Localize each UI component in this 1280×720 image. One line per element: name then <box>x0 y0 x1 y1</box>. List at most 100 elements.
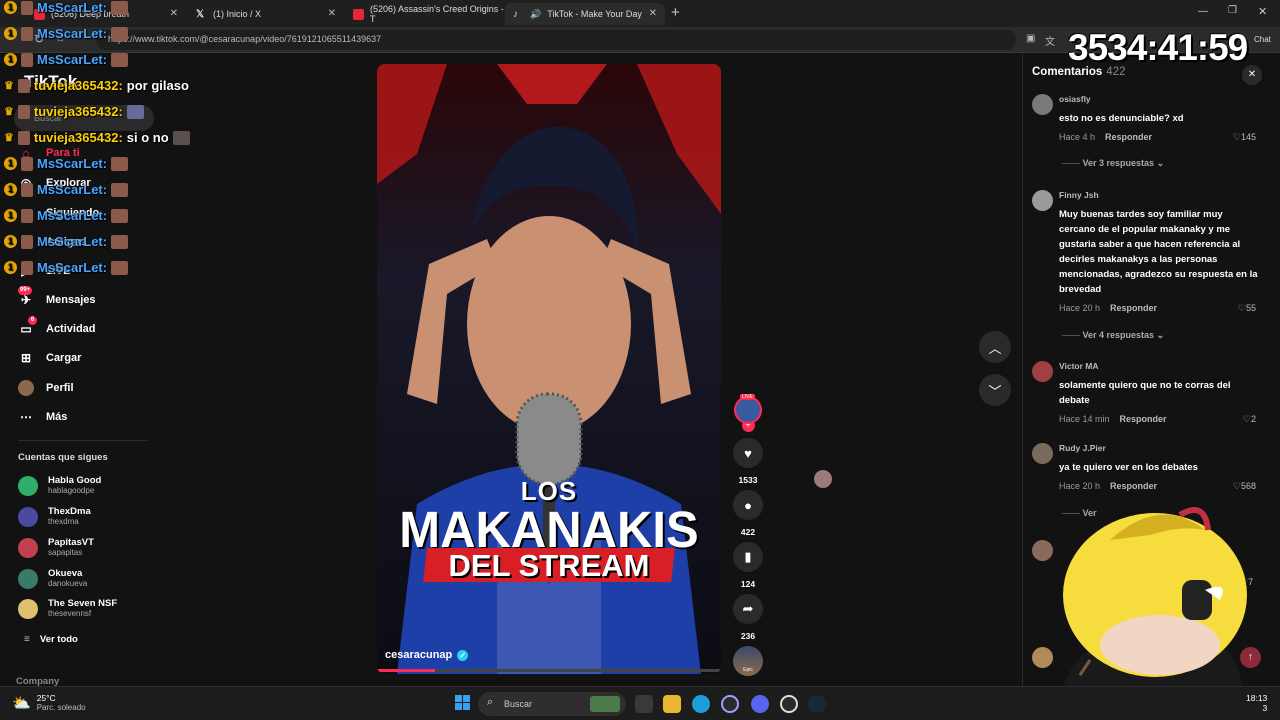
taskbar-search[interactable]: ⌕ Buscar <box>478 692 626 716</box>
comment-like-button[interactable]: ♡568 <box>1233 481 1256 492</box>
avatar[interactable] <box>1032 94 1053 115</box>
chat-message: 1 MsScarLet: <box>4 52 129 67</box>
nav-cargar[interactable]: ⊞ Cargar <box>18 350 82 366</box>
comment-item: osiasfly esto no es denunciable? xd Hace… <box>1032 94 1262 174</box>
minimize-icon[interactable]: — <box>1198 6 1208 17</box>
list-icon: ≡ <box>24 634 30 645</box>
sub-badge-icon: 1 <box>4 235 17 248</box>
reply-button[interactable]: Responder <box>1110 303 1157 313</box>
new-tab-button[interactable]: + <box>671 4 680 21</box>
steam-icon[interactable] <box>808 695 826 713</box>
avatar <box>21 156 33 171</box>
emote-icon <box>111 156 129 171</box>
avatar <box>21 260 33 275</box>
nav-mensajes[interactable]: ✈ 99+ Mensajes <box>18 286 96 308</box>
like-button[interactable]: ♥ 1533 <box>733 438 763 485</box>
nav-mas[interactable]: ⋯ Más <box>18 409 67 425</box>
reply-button[interactable]: Responder <box>1110 481 1157 491</box>
avatar <box>17 78 30 93</box>
comment-like-button[interactable]: ♡55 <box>1238 303 1256 314</box>
avatar <box>21 208 33 223</box>
close-tab-icon[interactable]: ✕ <box>649 8 657 19</box>
profile-icon <box>18 380 34 396</box>
chat-message: 1 MsScarLet: <box>4 156 129 171</box>
close-icon: ✕ <box>1247 69 1257 80</box>
video-caption-line3: DEL STREAM <box>448 548 650 583</box>
reply-button[interactable]: Responder <box>1105 132 1152 142</box>
url-field[interactable]: https://www.tiktok.com/@cesaracunap/vide… <box>96 30 1016 50</box>
tab-youtube-assassins-creed[interactable]: (5206) Assassin's Creed Origins - T <box>345 3 505 25</box>
windows-start-icon[interactable] <box>455 695 470 710</box>
split-screen-icon[interactable]: ▣ <box>1026 33 1035 44</box>
nav-perfil[interactable]: Perfil <box>18 380 74 396</box>
chat-message: 1 MsScarLet: <box>4 0 129 15</box>
audio-icon[interactable]: 🔊 <box>530 9 541 20</box>
emote-icon <box>111 0 129 15</box>
account-the-seven-nsf[interactable]: The Seven NSF thesevennsf <box>18 598 117 619</box>
comment-like-button[interactable]: ♡2 <box>1243 414 1256 425</box>
restore-icon[interactable]: ❐ <box>1228 5 1237 16</box>
progress-track[interactable] <box>377 669 721 672</box>
bookmark-icon: ▮ <box>733 542 763 572</box>
close-window-icon[interactable]: ✕ <box>1258 5 1267 18</box>
account-okueva[interactable]: Okueva danokueva <box>18 568 87 589</box>
activity-icon: ▭ 6 <box>18 316 37 337</box>
previous-video-button[interactable]: ︿ <box>979 331 1011 363</box>
account-papitasvt[interactable]: PapitasVT sapapitas <box>18 537 94 558</box>
creator-avatar-button[interactable]: LIVE + <box>733 394 763 432</box>
chat-message: 1 MsScarLet: <box>4 260 129 275</box>
next-video-button[interactable]: ﹀ <box>979 374 1011 406</box>
account-habla-good[interactable]: Habla Good hablagoodpe <box>18 475 101 496</box>
tab-x-inicio[interactable]: 𝕏 (1) Inicio / X ✕ <box>188 3 344 25</box>
activity-badge: 6 <box>28 316 37 325</box>
tab-tiktok[interactable]: ♪ 🔊 TikTok - Make Your Day ✕ <box>505 3 665 25</box>
weather-widget[interactable]: ⛅ 25°C Parc. soleado <box>12 693 86 712</box>
close-tab-icon[interactable]: ✕ <box>328 8 336 19</box>
live-badge: LIVE <box>740 394 755 400</box>
chevron-down-icon: ⌄ <box>1156 330 1165 340</box>
share-button[interactable]: ➦ 236 <box>733 594 763 641</box>
comment-like-button[interactable]: ♡145 <box>1233 132 1256 143</box>
heart-outline-icon: ♡ <box>1242 414 1251 424</box>
edge-icon[interactable] <box>692 695 710 713</box>
file-explorer-icon[interactable] <box>663 695 681 713</box>
avatar[interactable] <box>1032 190 1053 211</box>
chat-message: 1 MsScarLet: <box>4 234 129 249</box>
discord-icon[interactable] <box>751 695 769 713</box>
chat-message: 1 MsScarLet: <box>4 26 129 41</box>
avatar <box>18 475 38 496</box>
account-thexdma[interactable]: ThexDma thexdma <box>18 506 91 527</box>
clock[interactable]: 18:13 3 <box>1246 693 1267 713</box>
view-replies-button[interactable]: —— Ver 4 respuestas ⌄ <box>1062 330 1164 341</box>
avatar <box>17 104 30 119</box>
view-replies-button[interactable]: —— Ver 3 respuestas ⌄ <box>1062 158 1164 169</box>
avatar <box>18 506 38 527</box>
task-view-icon[interactable] <box>635 695 653 713</box>
stream-timer: 3534:41:59 <box>1068 27 1248 68</box>
close-tab-icon[interactable]: ✕ <box>170 8 178 19</box>
obs-icon[interactable] <box>780 695 798 713</box>
emote-icon <box>111 260 129 275</box>
music-disc-button[interactable]: Epic <box>733 646 763 676</box>
chat-message: 1 MsScarLet: <box>4 182 129 197</box>
comment-button[interactable]: ● 422 <box>733 490 763 537</box>
avatar[interactable] <box>1032 443 1053 464</box>
video-player[interactable]: LOS MAKANAKIS DEL STREAM cesaracunap ✓ <box>377 64 721 674</box>
comment-item: Finny Jsh Muy buenas tardes soy familiar… <box>1032 190 1262 350</box>
heart-outline-icon: ♡ <box>1237 303 1246 313</box>
video-author-link[interactable]: cesaracunap ✓ <box>385 649 469 661</box>
avatar[interactable] <box>1032 361 1053 382</box>
save-button[interactable]: ▮ 124 <box>733 542 763 589</box>
chat-button[interactable]: Chat <box>1254 35 1271 44</box>
browser-icon[interactable] <box>721 695 739 713</box>
verified-icon: ✓ <box>457 649 469 661</box>
share-icon: ➦ <box>733 594 763 624</box>
translate-icon[interactable]: 文 <box>1045 33 1055 48</box>
comment-item: Victor MA solamente quiero que no te cor… <box>1032 361 1262 431</box>
reply-button[interactable]: Responder <box>1120 414 1167 424</box>
chevron-up-icon: ︿ <box>988 340 1002 356</box>
browser-tab-bar: (5206) Deep breath ✕ 𝕏 (1) Inicio / X ✕ … <box>0 0 1280 27</box>
see-all-link[interactable]: ≡ Ver todo <box>24 634 78 645</box>
nav-actividad[interactable]: ▭ 6 Actividad <box>18 316 96 337</box>
avatar <box>21 52 33 67</box>
